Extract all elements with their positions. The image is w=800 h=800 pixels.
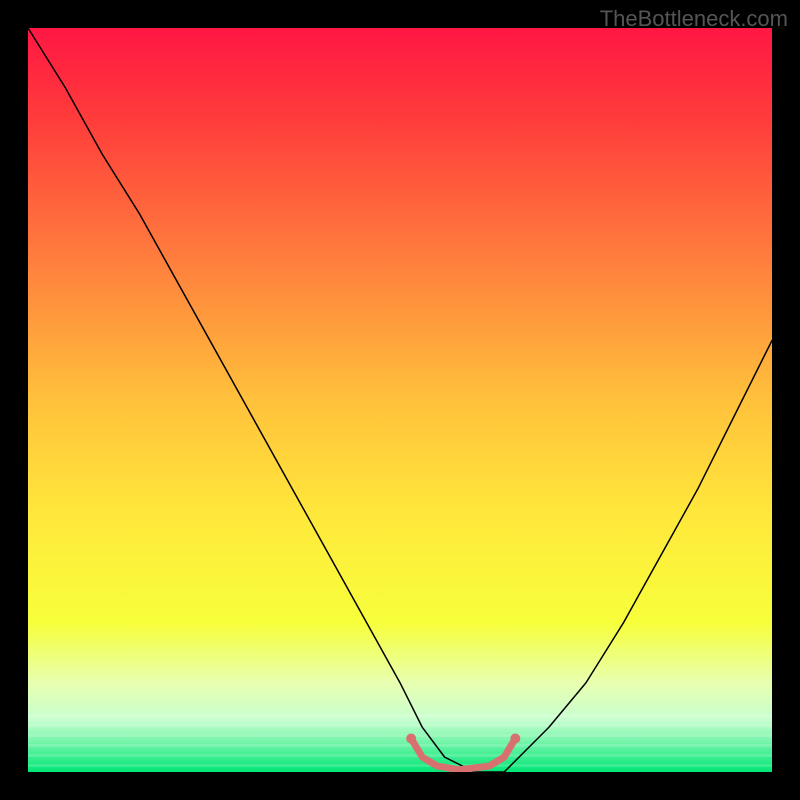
chart-svg bbox=[28, 28, 772, 772]
band-stripe bbox=[28, 714, 772, 717]
band-stripe bbox=[28, 734, 772, 737]
plot-area bbox=[28, 28, 772, 772]
highlight-endpoint bbox=[510, 734, 520, 744]
band-stripe bbox=[28, 724, 772, 727]
band-stripe bbox=[28, 754, 772, 757]
highlight-endpoint bbox=[406, 734, 416, 744]
band-stripe bbox=[28, 744, 772, 747]
chart-container: TheBottleneck.com bbox=[0, 0, 800, 800]
gradient-background bbox=[28, 28, 772, 772]
band-stripe bbox=[28, 764, 772, 767]
watermark-text: TheBottleneck.com bbox=[600, 6, 788, 32]
